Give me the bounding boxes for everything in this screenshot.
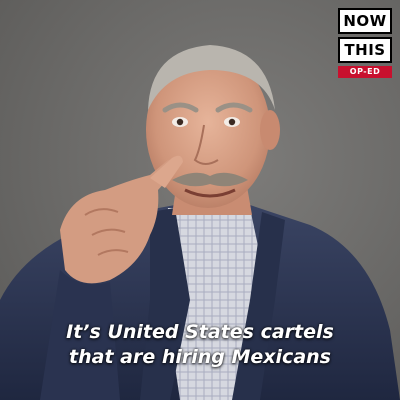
video-frame[interactable]: NOW THIS OP-ED It’s United States cartel… xyxy=(0,0,400,400)
ear xyxy=(260,110,280,150)
caption-line-2: that are hiring Mexicans xyxy=(69,346,331,368)
op-ed-badge: OP-ED xyxy=(338,66,392,78)
subtitle-captions: It’s United States cartels that are hiri… xyxy=(0,320,400,370)
caption-line-1: It’s United States cartels xyxy=(66,321,334,343)
logo-now: NOW xyxy=(338,8,392,34)
nowthis-logo: NOW THIS OP-ED xyxy=(338,8,392,78)
logo-this: THIS xyxy=(338,37,392,63)
